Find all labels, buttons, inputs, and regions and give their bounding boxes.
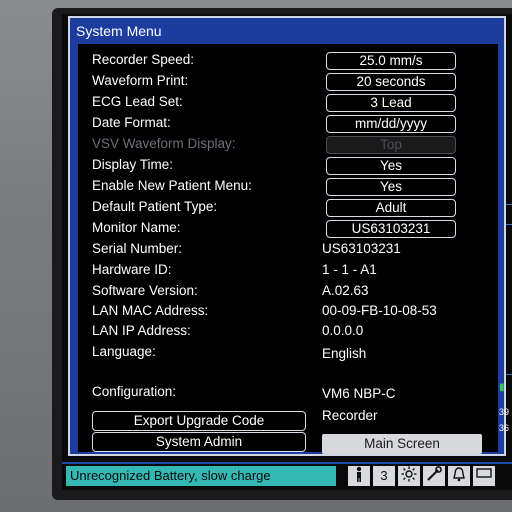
label-vsv-waveform-display: VSV Waveform Display: (92, 136, 236, 151)
ecg-lead-set-field[interactable]: 3 Lead (326, 94, 456, 112)
enable-new-patient-menu-field[interactable]: Yes (326, 178, 456, 196)
side-value-2: 36 (499, 423, 510, 433)
display-icon[interactable] (473, 466, 495, 486)
label-language: Language: (92, 344, 156, 359)
monitor-screen: System Menu Recorder Speed: 25.0 mm/s Wa… (62, 14, 512, 490)
label-waveform-print: Waveform Print: (92, 73, 189, 88)
system-menu-dialog: System Menu Recorder Speed: 25.0 mm/s Wa… (68, 16, 506, 456)
date-format-field[interactable]: mm/dd/yyyy (326, 115, 456, 133)
label-hardware-id: Hardware ID: (92, 262, 172, 277)
waveform-print-field[interactable]: 20 seconds (326, 73, 456, 91)
label-serial-number: Serial Number: (92, 241, 183, 256)
label-lan-mac-address: LAN MAC Address: (92, 303, 209, 318)
label-date-format: Date Format: (92, 115, 171, 130)
side-indicator-icon: ▮ (499, 382, 505, 393)
dialog-body: Recorder Speed: 25.0 mm/s Waveform Print… (78, 44, 498, 454)
recorder-speed-field[interactable]: 25.0 mm/s (326, 52, 456, 70)
person-icon[interactable] (348, 466, 370, 486)
right-edge-panel (506, 14, 512, 490)
side-value-1: 39 (499, 407, 510, 417)
configuration-value-line2: Recorder (322, 408, 378, 423)
default-patient-type-field[interactable]: Adult (326, 199, 456, 217)
serial-number-value: US63103231 (322, 241, 401, 256)
label-enable-new-patient-menu: Enable New Patient Menu: (92, 178, 252, 193)
lan-mac-address-value: 00-09-FB-10-08-53 (322, 303, 437, 318)
battery-status-message: Unrecognized Battery, slow charge (66, 466, 336, 486)
label-default-patient-type: Default Patient Type: (92, 199, 218, 214)
label-software-version: Software Version: (92, 283, 198, 298)
lan-ip-address-value: 0.0.0.0 (322, 323, 364, 338)
dialog-title: System Menu (76, 23, 162, 39)
language-value: English (322, 346, 367, 361)
export-upgrade-code-button[interactable]: Export Upgrade Code (92, 411, 306, 431)
display-time-field[interactable]: Yes (326, 157, 456, 175)
software-version-value: A.02.63 (322, 283, 369, 298)
lead-count-icon[interactable]: 3 (373, 466, 395, 486)
label-display-time: Display Time: (92, 157, 174, 172)
label-ecg-lead-set: ECG Lead Set: (92, 94, 183, 109)
label-recorder-speed: Recorder Speed: (92, 52, 195, 67)
status-bar: Unrecognized Battery, slow charge 3 (62, 462, 512, 488)
tools-icon[interactable] (423, 466, 445, 486)
brightness-icon[interactable] (398, 466, 420, 486)
system-admin-button[interactable]: System Admin (92, 432, 306, 452)
configuration-value-line1: VM6 NBP-C (322, 386, 396, 401)
hardware-id-value: 1 - 1 - A1 (322, 262, 377, 277)
monitor-name-field[interactable]: US63103231 (326, 220, 456, 238)
main-screen-button[interactable]: Main Screen (322, 434, 482, 454)
label-monitor-name: Monitor Name: (92, 220, 181, 235)
label-lan-ip-address: LAN IP Address: (92, 323, 191, 338)
alarm-bell-icon[interactable] (448, 466, 470, 486)
vsv-waveform-display-field: Top (326, 136, 456, 154)
label-configuration: Configuration: (92, 384, 177, 399)
